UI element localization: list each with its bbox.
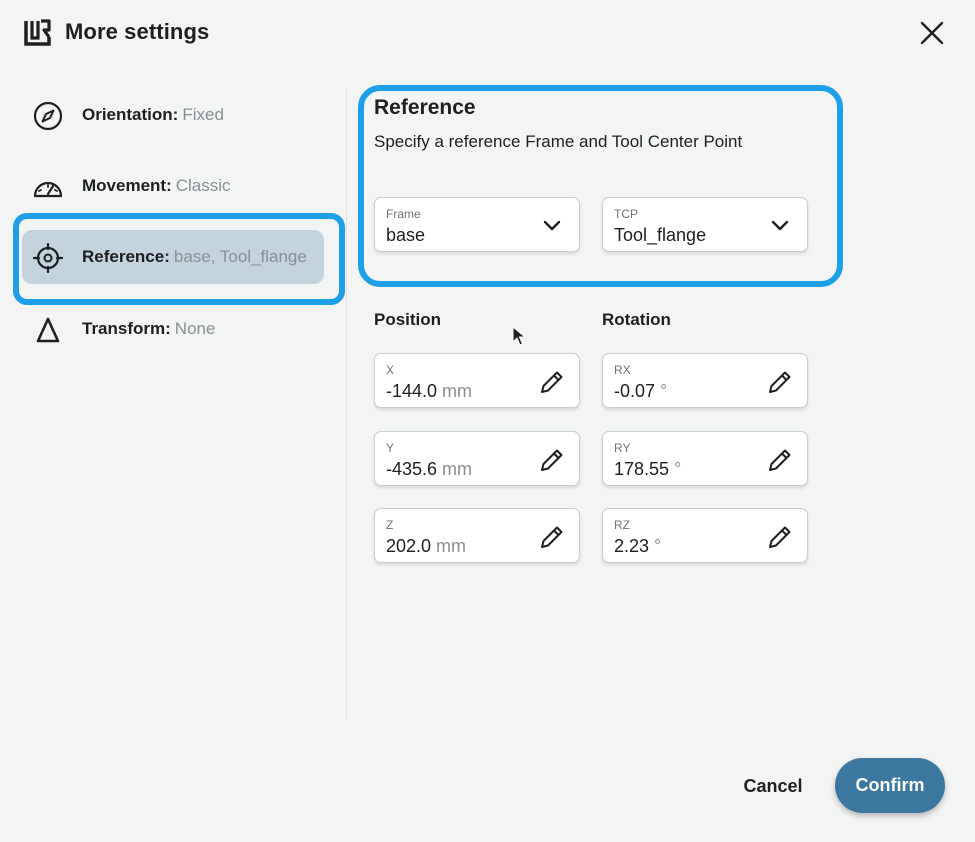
pencil-icon[interactable] <box>765 522 795 552</box>
field-value: -144.0 <box>386 381 438 401</box>
sidebar-item-key: Movement: <box>82 176 172 195</box>
chevron-down-icon[interactable] <box>765 211 795 241</box>
chevron-down-icon[interactable] <box>537 211 567 241</box>
field-unit: mm <box>442 459 473 479</box>
dialog-header: More settings <box>0 0 975 66</box>
pencil-icon[interactable] <box>537 522 567 552</box>
confirm-button[interactable]: Confirm <box>835 758 945 813</box>
pencil-icon[interactable] <box>765 445 795 475</box>
tcp-select[interactable]: TCP Tool_flange <box>602 197 808 252</box>
field-label: Y <box>386 441 395 455</box>
dialog-title: More settings <box>65 19 210 44</box>
sidebar-item-transform[interactable]: Transform: None <box>22 302 324 356</box>
pencil-icon[interactable] <box>537 445 567 475</box>
position-x-field[interactable]: X -144.0 mm <box>374 353 580 408</box>
tcp-label: TCP <box>614 207 638 221</box>
field-unit: ° <box>654 536 662 556</box>
position-z-field[interactable]: Z 202.0 mm <box>374 508 580 563</box>
crosshair-icon <box>32 242 64 274</box>
field-unit: ° <box>674 459 682 479</box>
position-y-field[interactable]: Y -435.6 mm <box>374 431 580 486</box>
compass-icon <box>33 101 63 131</box>
field-value: 178.55 <box>614 459 670 479</box>
frame-label: Frame <box>386 207 421 221</box>
reference-subtitle: Specify a reference Frame and Tool Cente… <box>374 132 743 151</box>
pencil-icon[interactable] <box>537 367 567 397</box>
field-unit: ° <box>660 381 668 401</box>
field-value: -435.6 <box>386 459 438 479</box>
cancel-button[interactable]: Cancel <box>734 766 812 806</box>
rotation-rx-field[interactable]: RX -0.07 ° <box>602 353 808 408</box>
field-label: RX <box>614 363 631 377</box>
field-label: RZ <box>614 518 630 532</box>
field-value: 202.0 <box>386 536 432 556</box>
delta-icon <box>36 317 60 343</box>
gauge-icon <box>33 181 63 198</box>
frame-select[interactable]: Frame base <box>374 197 580 252</box>
field-value: 2.23 <box>614 536 650 556</box>
sidebar-item-movement[interactable]: Movement: Classic <box>22 159 324 213</box>
position-title: Position <box>374 310 442 329</box>
mouse-cursor-icon <box>512 326 526 346</box>
field-label: RY <box>614 441 631 455</box>
rotation-rz-field[interactable]: RZ 2.23 ° <box>602 508 808 563</box>
tcp-value: Tool_flange <box>614 225 707 245</box>
frame-value: base <box>386 225 426 245</box>
reference-title: Reference <box>374 96 476 119</box>
close-icon[interactable] <box>916 17 948 49</box>
sidebar-item-value: None <box>174 319 216 338</box>
field-value: -0.07 <box>614 381 656 401</box>
sidebar-item-reference[interactable]: Reference: base, Tool_flange <box>22 230 324 284</box>
sidebar-item-orientation[interactable]: Orientation: Fixed <box>22 88 324 142</box>
field-unit: mm <box>436 536 467 556</box>
sidebar-item-value: base, Tool_flange <box>173 247 307 266</box>
rotation-ry-field[interactable]: RY 178.55 ° <box>602 431 808 486</box>
field-label: Z <box>386 518 394 532</box>
sidebar-item-key: Reference: <box>82 247 170 266</box>
vertical-divider <box>346 90 347 720</box>
field-label: X <box>386 363 395 377</box>
sidebar-item-key: Transform: <box>82 319 171 338</box>
rotation-title: Rotation <box>602 310 671 329</box>
sidebar-item-value: Fixed <box>182 105 224 124</box>
ur-logo-icon <box>24 19 51 46</box>
pencil-icon[interactable] <box>765 367 795 397</box>
field-unit: mm <box>442 381 473 401</box>
sidebar-item-key: Orientation: <box>82 105 179 124</box>
sidebar-item-value: Classic <box>175 176 231 195</box>
